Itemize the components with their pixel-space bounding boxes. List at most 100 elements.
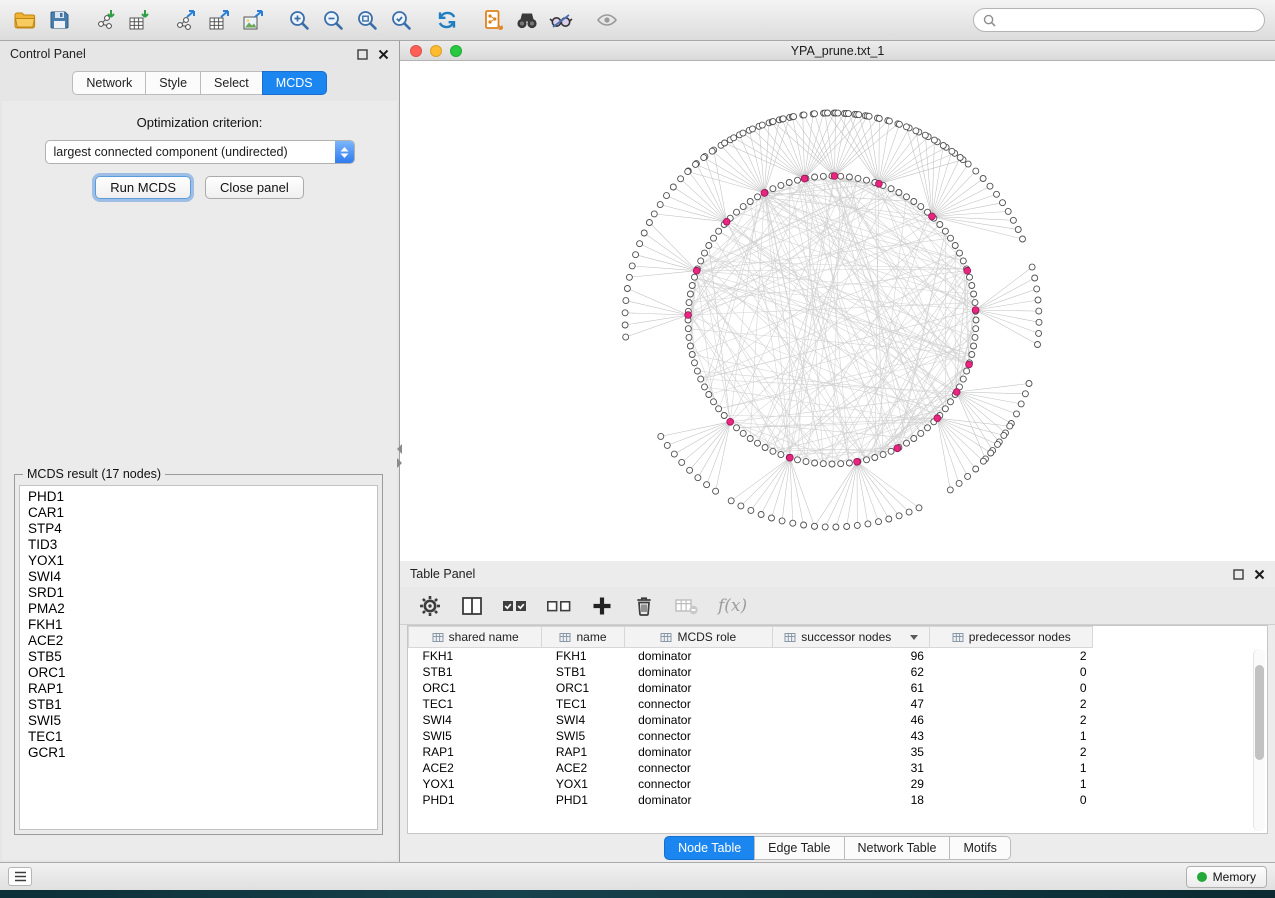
zoom-in-icon: [287, 8, 311, 32]
close-window-icon[interactable]: [410, 45, 422, 57]
import-network-icon: [93, 8, 117, 32]
mcds-result-node[interactable]: RAP1: [28, 681, 377, 697]
mcds-result-node[interactable]: PHD1: [28, 489, 377, 505]
mcds-result-node[interactable]: CAR1: [28, 505, 377, 521]
search-box[interactable]: [973, 8, 1265, 32]
tab-style[interactable]: Style: [145, 71, 200, 95]
zoom-fit-button[interactable]: [352, 5, 382, 35]
maximize-window-icon[interactable]: [450, 45, 462, 57]
search-input[interactable]: [1002, 13, 1255, 27]
tab-network[interactable]: Network: [72, 71, 145, 95]
network-canvas[interactable]: [400, 61, 1273, 560]
mcds-result-list[interactable]: PHD1CAR1STP4TID3YOX1SWI4SRD1PMA2FKH1ACE2…: [19, 485, 378, 830]
mcds-result-node[interactable]: FKH1: [28, 617, 377, 633]
clone-network-button[interactable]: [478, 5, 508, 35]
export-image-button[interactable]: [238, 5, 268, 35]
status-menu-button[interactable]: [8, 867, 32, 886]
table-scrollbar[interactable]: [1253, 649, 1265, 831]
import-network-button[interactable]: [90, 5, 120, 35]
export-table-button[interactable]: [204, 5, 234, 35]
table-row[interactable]: TEC1 TEC1 connector 47 2: [409, 696, 1093, 712]
table-row[interactable]: ORC1 ORC1 dominator 61 0: [409, 680, 1093, 696]
column-header-name[interactable]: name: [542, 627, 624, 648]
node-table: shared name name MCDS role successor nod…: [408, 626, 1093, 808]
tab-mcds[interactable]: MCDS: [262, 71, 327, 95]
tab-motifs[interactable]: Motifs: [949, 836, 1010, 860]
column-header-shared-name[interactable]: shared name: [409, 627, 542, 648]
zoom-in-button[interactable]: [284, 5, 314, 35]
panel-splitter[interactable]: [395, 441, 404, 471]
delete-row-icon[interactable]: [632, 594, 656, 618]
window-controls: [410, 45, 462, 57]
zoom-selected-button[interactable]: [386, 5, 416, 35]
tab-edge-table[interactable]: Edge Table: [754, 836, 843, 860]
minimize-window-icon[interactable]: [430, 45, 442, 57]
open-file-button[interactable]: [10, 5, 40, 35]
criterion-select[interactable]: largest connected component (undirected): [45, 140, 355, 164]
memory-button[interactable]: Memory: [1186, 866, 1267, 888]
settings-gear-icon[interactable]: [418, 594, 442, 618]
column-header-successor-nodes[interactable]: successor nodes: [773, 627, 930, 648]
table-row[interactable]: ACE2 ACE2 connector 31 1: [409, 760, 1093, 776]
column-icon: [559, 632, 571, 643]
mcds-result-node[interactable]: YOX1: [28, 553, 377, 569]
close-table-panel-icon[interactable]: [1254, 569, 1265, 580]
float-panel-icon[interactable]: [357, 49, 368, 60]
zoom-selected-icon: [389, 8, 413, 32]
graphics-details-button[interactable]: [546, 5, 576, 35]
mcds-result-node[interactable]: ORC1: [28, 665, 377, 681]
find-button[interactable]: [512, 5, 542, 35]
mcds-result-node[interactable]: TID3: [28, 537, 377, 553]
sort-caret-icon: [910, 635, 918, 640]
mcds-result-node[interactable]: STP4: [28, 521, 377, 537]
split-panel-icon[interactable]: [460, 594, 484, 618]
network-window-title: YPA_prune.txt_1: [791, 44, 885, 58]
mcds-result-node[interactable]: ACE2: [28, 633, 377, 649]
disabled-table-icon: [674, 594, 700, 618]
table-row[interactable]: STB1 STB1 dominator 62 0: [409, 664, 1093, 680]
function-builder-icon: f(x): [718, 596, 747, 616]
mcds-result-node[interactable]: SWI4: [28, 569, 377, 585]
table-row[interactable]: FKH1 FKH1 dominator 96 2: [409, 648, 1093, 664]
close-panel-button[interactable]: Close panel: [205, 176, 304, 199]
unselect-all-icon[interactable]: [546, 594, 572, 618]
table-scrollbar-thumb[interactable]: [1255, 665, 1264, 760]
mcds-result-node[interactable]: GCR1: [28, 745, 377, 761]
table-row[interactable]: YOX1 YOX1 connector 29 1: [409, 776, 1093, 792]
export-network-button[interactable]: [170, 5, 200, 35]
table-row[interactable]: SWI5 SWI5 connector 43 1: [409, 728, 1093, 744]
save-session-button[interactable]: [44, 5, 74, 35]
mcds-result-node[interactable]: TEC1: [28, 729, 377, 745]
table-tabs: Node Table Edge Table Network Table Moti…: [400, 834, 1275, 862]
run-mcds-button[interactable]: Run MCDS: [95, 176, 191, 199]
export-image-icon: [241, 8, 265, 32]
table-row[interactable]: RAP1 RAP1 dominator 35 2: [409, 744, 1093, 760]
column-icon: [784, 632, 796, 643]
column-header-predecessor-nodes[interactable]: predecessor nodes: [930, 627, 1093, 648]
import-table-button[interactable]: [124, 5, 154, 35]
tab-node-table[interactable]: Node Table: [664, 836, 754, 860]
column-header-mcds-role[interactable]: MCDS role: [624, 627, 772, 648]
float-table-panel-icon[interactable]: [1233, 569, 1244, 580]
mcds-result-title: MCDS result (17 nodes): [23, 467, 165, 481]
add-row-icon[interactable]: [590, 594, 614, 618]
table-row[interactable]: SWI4 SWI4 dominator 46 2: [409, 712, 1093, 728]
zoom-out-button[interactable]: [318, 5, 348, 35]
mcds-result-node[interactable]: SRD1: [28, 585, 377, 601]
select-all-icon[interactable]: [502, 594, 528, 618]
export-table-icon: [207, 8, 231, 32]
zoom-out-icon: [321, 8, 345, 32]
refresh-button[interactable]: [432, 5, 462, 35]
list-menu-icon: [14, 871, 27, 882]
control-panel: Control Panel Network Style Select MCDS …: [0, 41, 400, 862]
mcds-result-node[interactable]: PMA2: [28, 601, 377, 617]
close-panel-icon[interactable]: [378, 49, 389, 60]
table-row[interactable]: PHD1 PHD1 dominator 18 0: [409, 792, 1093, 808]
tab-select[interactable]: Select: [200, 71, 262, 95]
mcds-result-node[interactable]: STB1: [28, 697, 377, 713]
mcds-result-node[interactable]: STB5: [28, 649, 377, 665]
tab-network-table[interactable]: Network Table: [844, 836, 950, 860]
criterion-selected-value: largest connected component (undirected): [46, 145, 335, 159]
mcds-result-node[interactable]: SWI5: [28, 713, 377, 729]
hide-eye-button[interactable]: [592, 5, 622, 35]
